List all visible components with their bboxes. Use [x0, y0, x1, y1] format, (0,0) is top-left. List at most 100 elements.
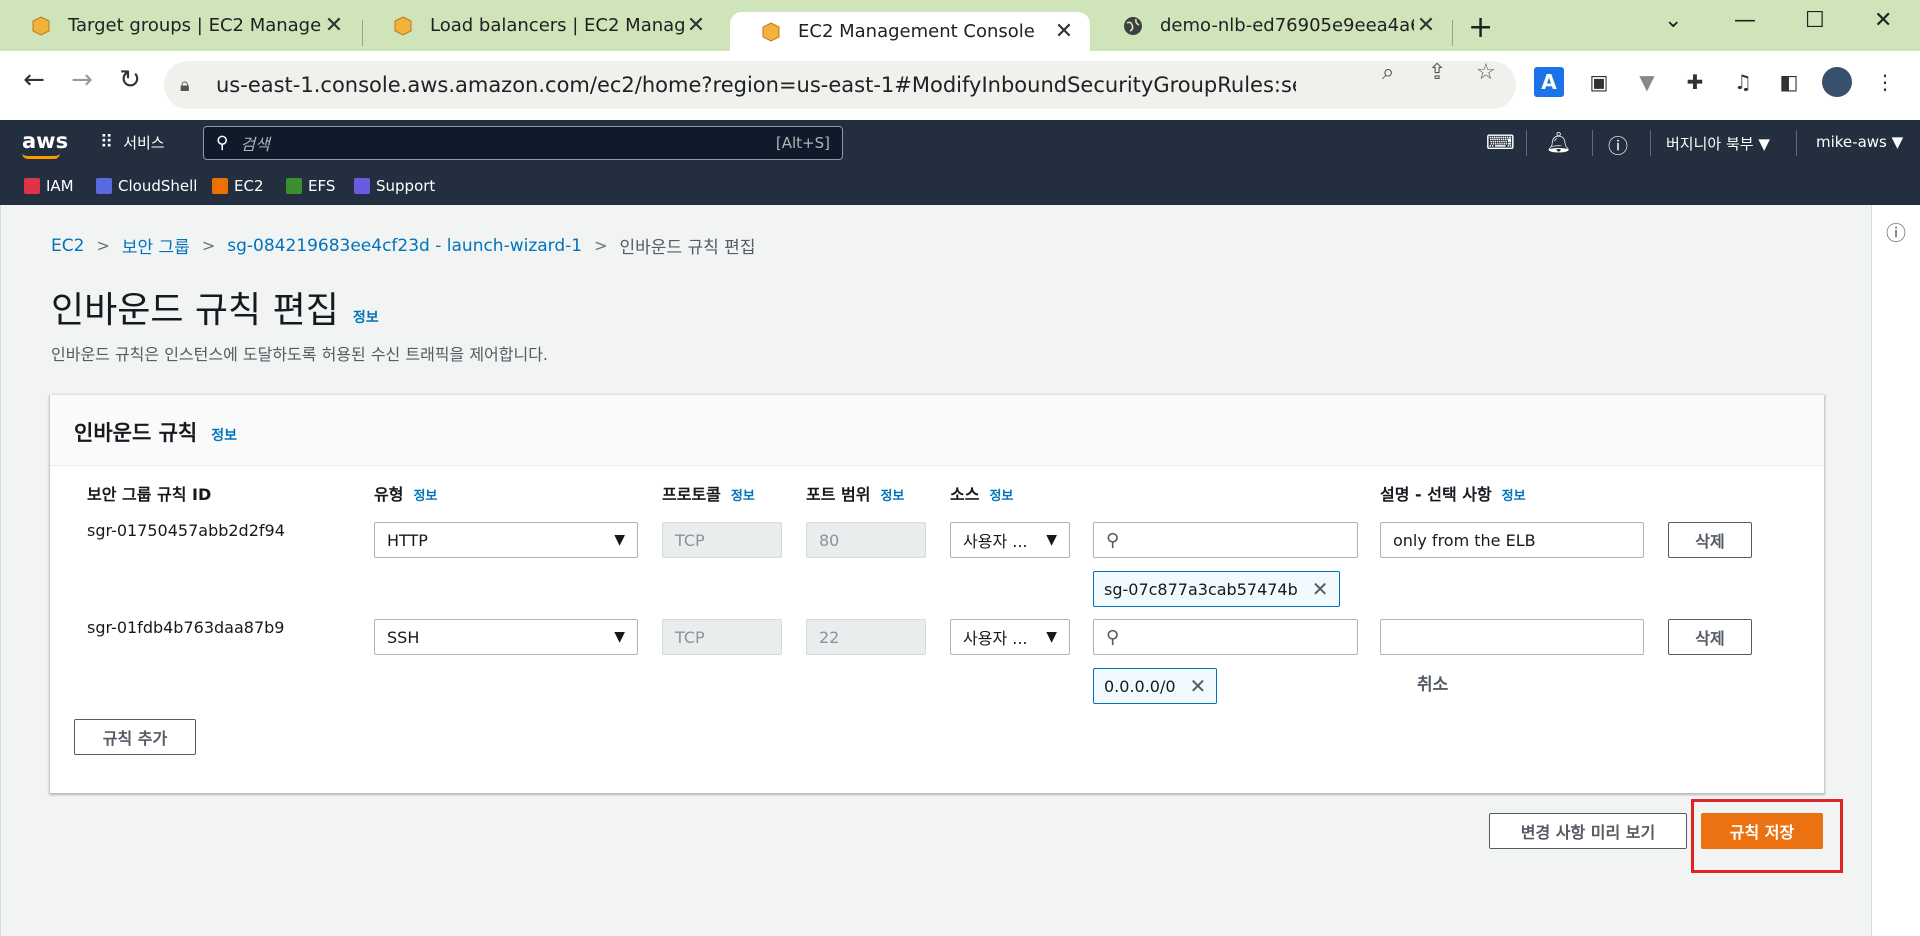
close-tab-icon[interactable]: ✕ [1052, 19, 1076, 44]
region-selector[interactable]: 버지니아 북부 ▼ [1666, 133, 1770, 154]
favorite-cloudshell[interactable]: CloudShell [96, 177, 197, 195]
browser-toolbar: ← → ↻ 🔒︎ us-east-1.console.aws.amazon.co… [0, 51, 1920, 120]
vue-extension-icon[interactable]: ▼ [1632, 67, 1662, 97]
reload-button[interactable]: ↻ [110, 65, 150, 95]
source-search-input[interactable]: ⚲ [1093, 522, 1358, 558]
zoom-search-icon[interactable]: ⌕ [1382, 60, 1394, 85]
close-window-button[interactable]: ✕ [1874, 8, 1892, 33]
new-tab-button[interactable]: + [1468, 10, 1493, 45]
caret-down-icon: ▼ [614, 629, 625, 645]
extensions-puzzle-icon[interactable]: ✚ [1680, 67, 1710, 97]
type-info-link[interactable]: 정보 [413, 489, 437, 504]
preview-changes-button[interactable]: 변경 사항 미리 보기 [1489, 813, 1687, 849]
tab-load-balancers[interactable]: Load balancers | EC2 Management Console … [362, 0, 722, 51]
back-button[interactable]: ← [14, 65, 54, 95]
panel-header: 인바운드 규칙 정보 [50, 395, 1824, 466]
aws-console-header: aws ⠿ 서비스 ⚲ 검색 [Alt+S] ⌨ 🔔︎ ⓘ 버지니아 북부 ▼ m… [0, 120, 1920, 167]
type-select[interactable]: SSH ▼ [374, 619, 638, 655]
port-range-field: 80 [806, 522, 926, 558]
aws-cube-icon [30, 15, 52, 37]
delete-rule-button[interactable]: 삭제 [1668, 619, 1752, 655]
page-title: 인바운드 규칙 편집 정보 [51, 290, 379, 331]
notifications-bell-icon[interactable]: 🔔︎ [1546, 130, 1571, 154]
service-favorites-bar: IAM CloudShell EC2 EFS Support [0, 167, 1920, 205]
rule-id: sgr-01fdb4b763daa87b9 [87, 618, 285, 637]
close-tab-icon[interactable]: ✕ [1414, 13, 1438, 38]
tab-demo-nlb[interactable]: demo-nlb-ed76905e9eea4a63.elb.us-east-1.… [1092, 0, 1452, 51]
cancel-button[interactable]: 취소 [1417, 670, 1448, 695]
source-search-input[interactable]: ⚲ [1093, 619, 1358, 655]
header-divider [1796, 130, 1797, 156]
tab-target-groups[interactable]: Target groups | EC2 Management Console ✕ [0, 0, 360, 51]
url-text[interactable]: us-east-1.console.aws.amazon.com/ec2/hom… [216, 73, 1296, 97]
minimize-button[interactable]: — [1734, 8, 1756, 33]
media-control-icon[interactable]: ♫ [1728, 67, 1758, 97]
aws-cube-icon [392, 15, 414, 37]
cloudshell-icon[interactable]: ⌨ [1486, 130, 1515, 154]
port-info-link[interactable]: 정보 [880, 489, 904, 504]
address-bar[interactable]: 🔒︎ us-east-1.console.aws.amazon.com/ec2/… [164, 61, 1516, 109]
protocol-field: TCP [662, 522, 782, 558]
tab-search-chevron-icon[interactable]: ⌄ [1664, 8, 1682, 33]
grid-icon: ⠿ [100, 132, 114, 153]
side-panel-icon[interactable]: ◧ [1774, 67, 1804, 97]
share-icon[interactable]: ⇪ [1428, 60, 1446, 85]
caret-down-icon: ▼ [614, 532, 625, 548]
main-content: EC2 > 보안 그룹 > sg-084219683ee4cf23d - lau… [0, 205, 1920, 936]
caret-down-icon: ▼ [1046, 532, 1057, 548]
col-description: 설명 - 선택 사항 정보 [1380, 485, 1526, 504]
close-tab-icon[interactable]: ✕ [322, 13, 346, 38]
add-rule-button[interactable]: 규칙 추가 [74, 719, 196, 755]
translate-extension-icon[interactable]: A [1534, 67, 1564, 97]
breadcrumb-ec2[interactable]: EC2 [51, 236, 84, 256]
profile-avatar[interactable] [1822, 67, 1852, 97]
iam-icon [24, 178, 40, 194]
page-description: 인바운드 규칙은 인스턴스에 도달하도록 허용된 수신 트래픽을 제어합니다. [51, 345, 549, 364]
account-menu[interactable]: mike-aws ▼ [1816, 133, 1903, 151]
lock-icon[interactable]: 🔒︎ [180, 75, 210, 96]
type-select[interactable]: HTTP ▼ [374, 522, 638, 558]
chevron-right-icon: > [201, 236, 216, 255]
description-input[interactable]: only from the ELB [1380, 522, 1644, 558]
favorite-iam[interactable]: IAM [24, 177, 74, 195]
cloudshell-icon [96, 178, 112, 194]
aws-logo[interactable]: aws [22, 129, 68, 153]
description-input[interactable] [1380, 619, 1644, 655]
breadcrumb-security-groups[interactable]: 보안 그룹 [122, 233, 190, 258]
source-type-select[interactable]: 사용자 ... ▼ [950, 522, 1070, 558]
caret-down-icon: ▼ [1046, 629, 1057, 645]
delete-rule-button[interactable]: 삭제 [1668, 522, 1752, 558]
col-protocol: 프로토콜 정보 [662, 485, 755, 504]
favorite-ec2[interactable]: EC2 [212, 177, 264, 195]
source-info-link[interactable]: 정보 [989, 489, 1013, 504]
breadcrumb-current: 인바운드 규칙 편집 [619, 238, 756, 258]
tab-ec2-console[interactable]: EC2 Management Console ✕ [730, 12, 1090, 51]
forward-button[interactable]: → [62, 65, 102, 95]
favorite-support[interactable]: Support [354, 177, 435, 195]
remove-token-icon[interactable]: ✕ [1190, 674, 1207, 698]
info-icon[interactable]: ⓘ [1886, 217, 1906, 246]
description-info-link[interactable]: 정보 [1502, 489, 1526, 504]
help-icon[interactable]: ⓘ [1608, 130, 1628, 159]
chrome-menu-icon[interactable]: ⋮ [1870, 67, 1900, 97]
search-icon: ⚲ [1106, 529, 1120, 551]
col-type: 유형 정보 [374, 485, 438, 504]
support-icon [354, 178, 370, 194]
services-menu[interactable]: ⠿ 서비스 [100, 132, 165, 153]
favorite-efs[interactable]: EFS [286, 177, 335, 195]
source-type-select[interactable]: 사용자 ... ▼ [950, 619, 1070, 655]
chevron-right-icon: > [96, 236, 110, 255]
bookmark-star-icon[interactable]: ☆ [1476, 60, 1496, 85]
breadcrumb-security-group[interactable]: sg-084219683ee4cf23d - launch-wizard-1 [227, 236, 582, 256]
page-info-link[interactable]: 정보 [353, 310, 379, 326]
globe-icon [1122, 15, 1144, 37]
protocol-info-link[interactable]: 정보 [731, 489, 755, 504]
aws-search-input[interactable]: ⚲ 검색 [Alt+S] [203, 126, 843, 160]
search-icon: ⚲ [216, 133, 229, 153]
breadcrumb: EC2 > 보안 그룹 > sg-084219683ee4cf23d - lau… [51, 233, 756, 259]
screenshot-extension-icon[interactable]: ▣ [1584, 67, 1614, 97]
panel-info-link[interactable]: 정보 [211, 428, 237, 444]
close-tab-icon[interactable]: ✕ [684, 13, 708, 38]
remove-token-icon[interactable]: ✕ [1312, 577, 1329, 601]
maximize-button[interactable]: ☐ [1805, 8, 1825, 33]
